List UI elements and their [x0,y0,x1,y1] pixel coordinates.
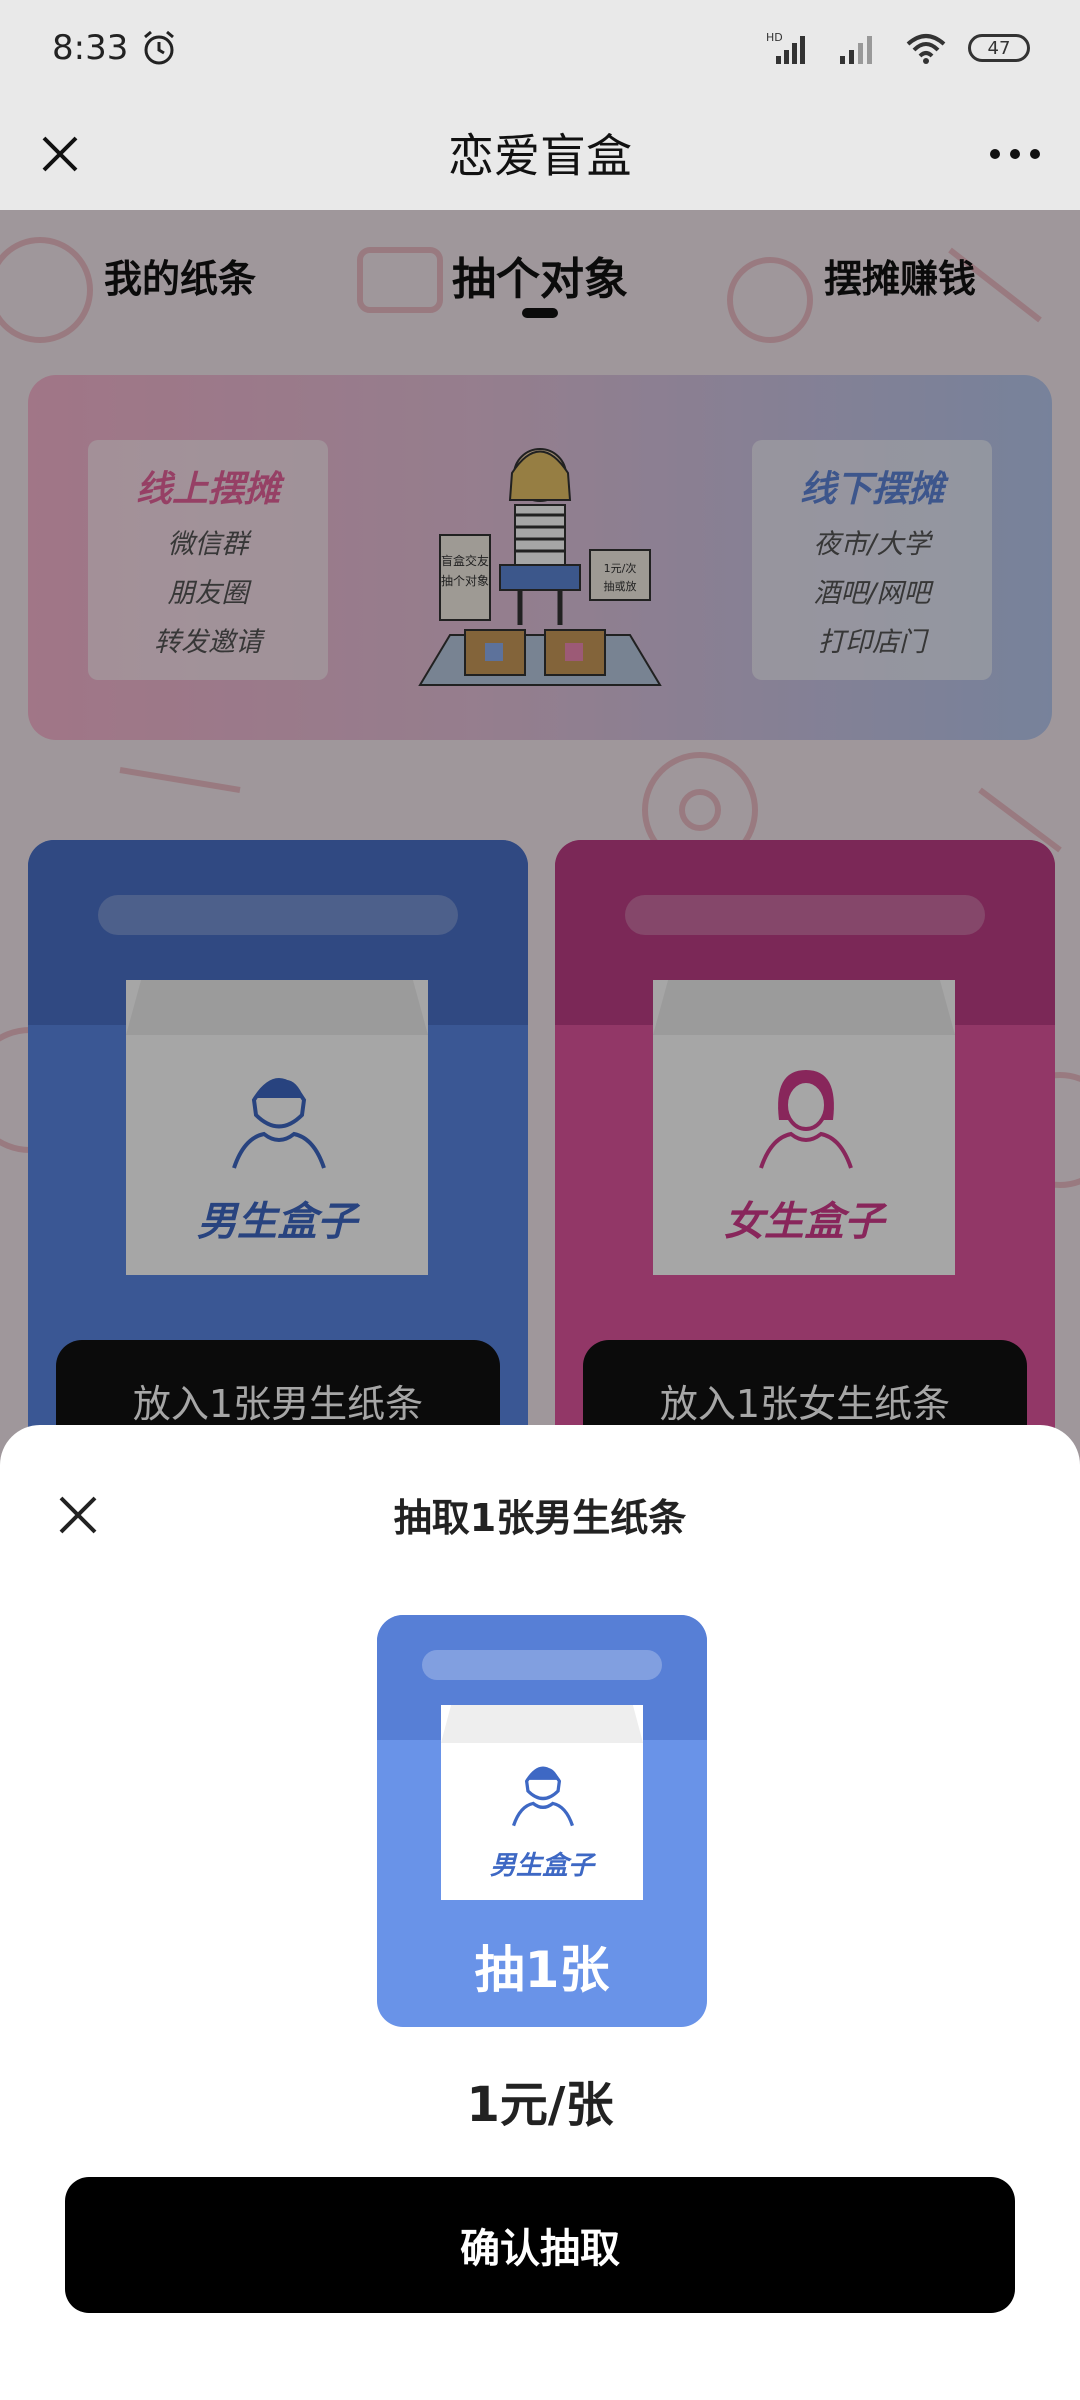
hd-text: HD [766,31,783,44]
more-dots-icon [990,149,1040,159]
status-icons: HD 47 [766,30,1030,66]
page-title: 恋爱盲盒 [448,129,632,183]
signal-hd-icon: HD [766,31,805,64]
male-box-preview: 男生盒子 抽1张 [377,1615,707,2027]
status-bar: 8:33 HD 47 [0,0,1080,100]
draw-count-label: 抽1张 [474,1941,610,1999]
wifi-icon [906,34,946,64]
confirm-draw-button[interactable]: 确认抽取 [65,2177,1015,2313]
box-slot [422,1650,662,1680]
sheet-title: 抽取1张男生纸条 [393,1496,687,1540]
top-navigation: 恋爱盲盒 [0,100,1080,210]
alarm-clock-icon [144,30,175,65]
battery-level: 47 [987,37,1011,59]
status-time-group: 8:33 [52,28,178,68]
status-time: 8:33 [52,28,129,68]
price-label: 1元/张 [466,2077,614,2133]
battery-icon: 47 [968,34,1030,62]
preview-box-label: 男生盒子 [489,1851,594,1881]
more-button[interactable] [980,124,1050,184]
male-avatar-icon [511,1766,575,1827]
draw-bottom-sheet: 抽取1张男生纸条 男生盒子 抽1张 1元/张 确认抽取 [0,1425,1080,2400]
preview-paper-box: 男生盒子 [441,1705,643,1900]
signal-icon [840,36,872,64]
box-lid [441,1705,643,1743]
